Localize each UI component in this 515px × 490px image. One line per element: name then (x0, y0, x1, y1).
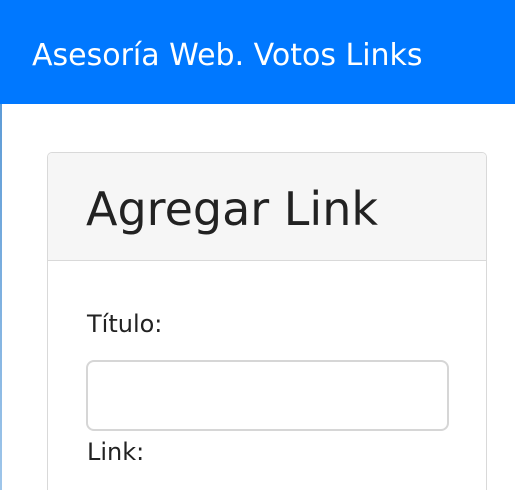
card-header: Agregar Link (48, 153, 486, 261)
top-navbar: Asesoría Web. Votos Links (0, 0, 515, 104)
link-label: Link: (87, 438, 145, 466)
page: Asesoría Web. Votos Links Agregar Link T… (0, 0, 515, 490)
navbar-title[interactable]: Asesoría Web. Votos Links (32, 36, 423, 76)
titulo-label: Título: (87, 310, 163, 338)
card-title: Agregar Link (86, 182, 378, 236)
add-link-form: Título: Link: (48, 261, 486, 490)
add-link-card: Agregar Link Título: Link: (47, 152, 487, 490)
titulo-input[interactable] (86, 360, 449, 431)
left-edge-strip (0, 104, 2, 490)
